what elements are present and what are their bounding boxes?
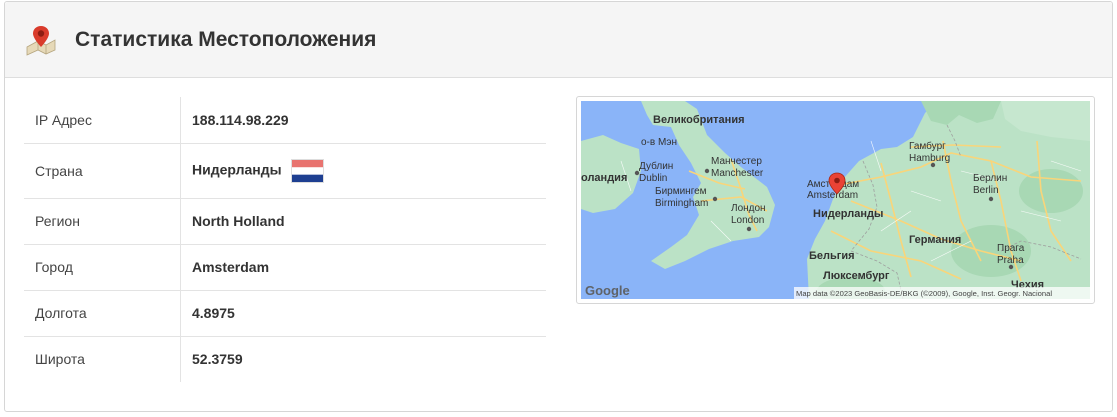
map-label-netherlands: Нидерланды xyxy=(813,208,883,220)
map-container[interactable]: Великобритания о-в Мэн Дублин Dublin ола… xyxy=(576,96,1095,304)
map-label-dublin-en: Dublin xyxy=(639,173,667,184)
map-label-birmingham-ru: Бирмингем xyxy=(655,186,707,197)
panel-header: Статистика Местоположения xyxy=(5,2,1112,78)
longitude-value: 4.8975 xyxy=(180,289,546,336)
map-label-amsterdam-en: Amsterdam xyxy=(807,190,858,201)
map-label-germany: Германия xyxy=(909,234,961,246)
table-row: Страна Нидерланды xyxy=(24,142,546,198)
table-row: Долгота 4.8975 xyxy=(24,289,546,336)
map-label-berlin-ru: Берлин xyxy=(973,173,1007,184)
map-label-belgium: Бельгия xyxy=(809,250,855,262)
map-label-berlin-en: Berlin xyxy=(973,185,999,196)
latitude-value: 52.3759 xyxy=(180,335,546,382)
nl-flag-icon xyxy=(291,158,325,183)
table-row: IP Адрес 188.114.98.229 xyxy=(24,97,546,143)
map-city-dot xyxy=(930,162,936,168)
map-pin-icon xyxy=(26,25,56,56)
location-map[interactable]: Великобритания о-в Мэн Дублин Dublin ола… xyxy=(581,101,1090,299)
map-attribution[interactable]: Map data ©2023 GeoBasis-DE/BKG (©2009), … xyxy=(796,289,1052,298)
longitude-label: Долгота xyxy=(24,289,181,336)
map-label-london-ru: Лондон xyxy=(731,203,766,214)
country-label: Страна xyxy=(24,142,181,198)
map-city-dot xyxy=(1008,264,1014,270)
map-city-dot xyxy=(988,196,994,202)
panel-title: Статистика Местоположения xyxy=(75,27,377,51)
map-label-prague-ru: Прага xyxy=(997,243,1025,254)
map-city-dot xyxy=(704,168,710,174)
location-stats-panel: Статистика Местоположения IP Адрес 188.1… xyxy=(4,1,1113,412)
map-label-uk: Великобритания xyxy=(653,114,745,126)
map-label-ireland: оландия xyxy=(581,172,627,184)
city-value: Amsterdam xyxy=(180,243,546,290)
region-value: North Holland xyxy=(180,197,546,244)
city-label: Город xyxy=(24,243,181,290)
map-city-dot xyxy=(746,226,752,232)
map-label-hamburg-en: Hamburg xyxy=(909,153,950,164)
location-info-table: IP Адрес 188.114.98.229 Страна Нидерланд… xyxy=(24,97,546,382)
map-label-isle-of-man: о-в Мэн xyxy=(641,137,677,148)
map-label-manchester-ru: Манчестер xyxy=(711,156,762,167)
table-row: Широта 52.3759 xyxy=(24,335,546,382)
country-value-cell: Нидерланды xyxy=(180,142,546,198)
table-row: Регион North Holland xyxy=(24,197,546,244)
map-label-birmingham-en: Birmingham xyxy=(655,198,708,209)
map-label-manchester-en: Manchester xyxy=(711,168,764,179)
map-city-dot xyxy=(712,196,718,202)
map-label-london-en: London xyxy=(731,215,764,226)
map-city-dot xyxy=(634,170,640,176)
google-logo[interactable]: Google xyxy=(585,283,630,298)
table-row: Город Amsterdam xyxy=(24,243,546,290)
ip-label: IP Адрес xyxy=(24,97,181,143)
map-label-hamburg-ru: Гамбург xyxy=(909,140,946,152)
map-label-luxembourg: Люксембург xyxy=(823,270,890,282)
map-label-prague-en: Praha xyxy=(997,255,1024,266)
ip-value: 188.114.98.229 xyxy=(192,111,289,128)
map-label-dublin-ru: Дублин xyxy=(639,160,673,172)
region-label: Регион xyxy=(24,197,181,244)
country-value: Нидерланды xyxy=(192,161,282,178)
latitude-label: Широта xyxy=(24,335,181,382)
